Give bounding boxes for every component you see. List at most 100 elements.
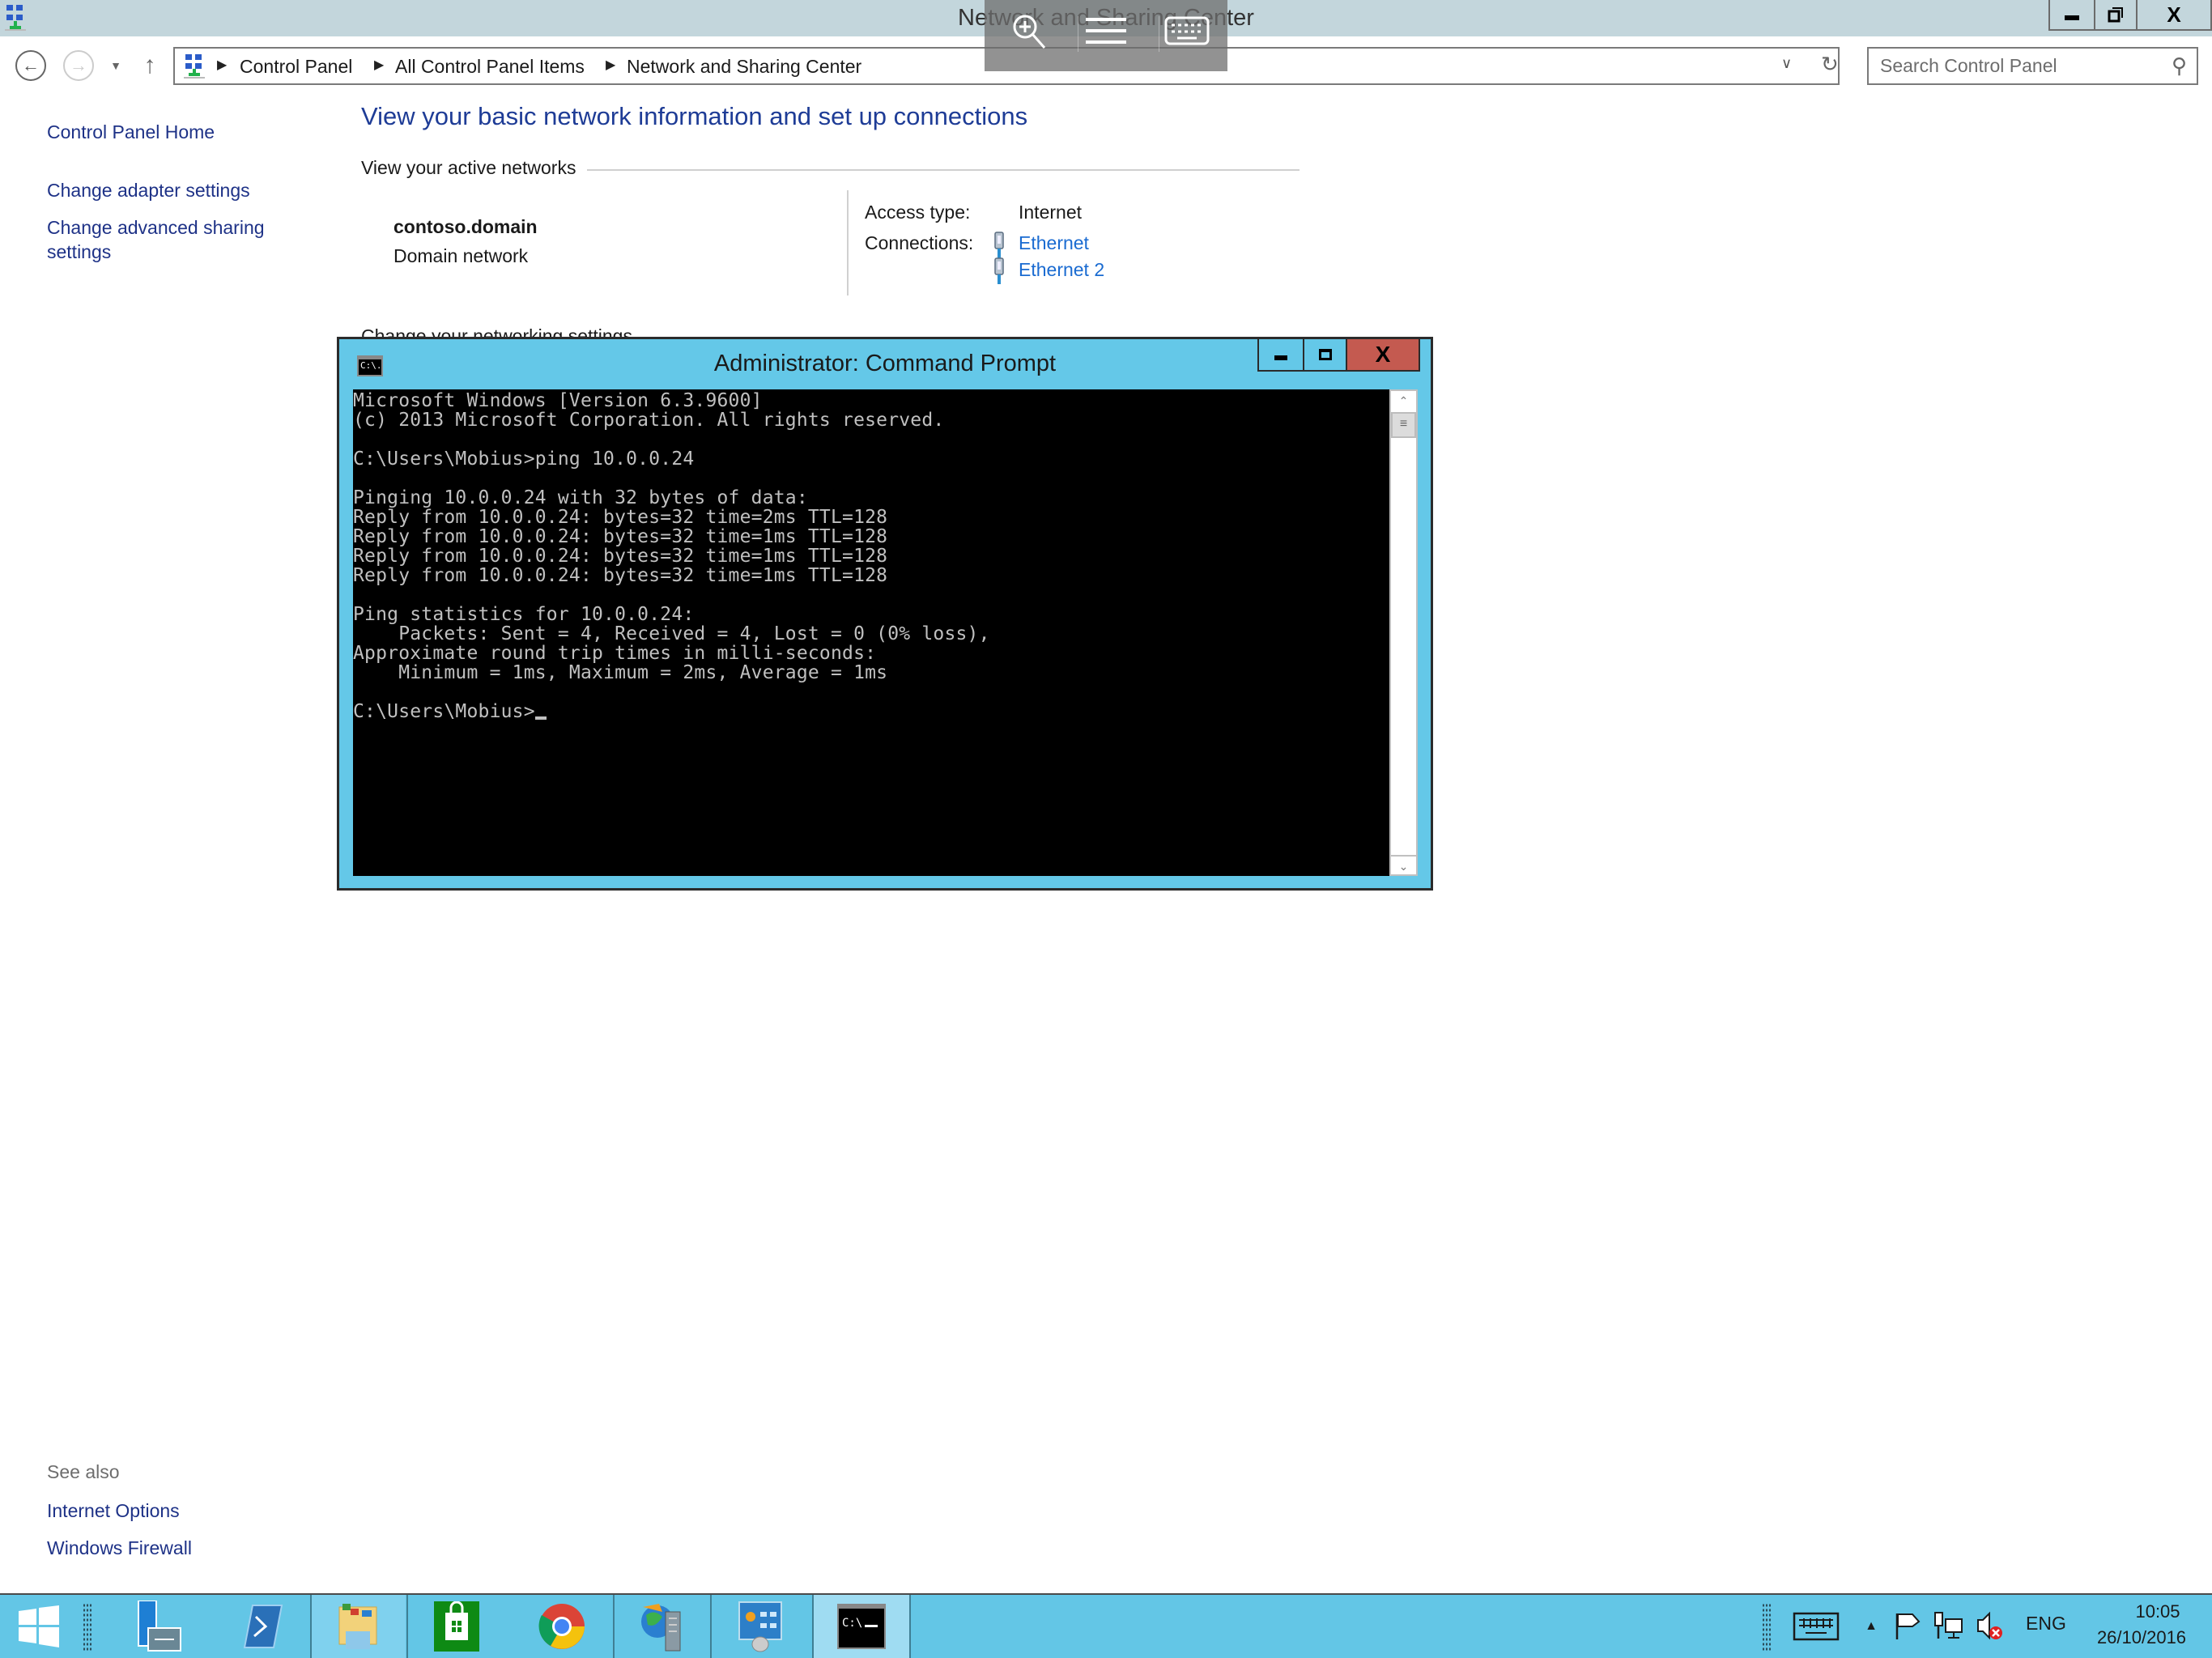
input-language-indicator[interactable]: ENG <box>2026 1613 2066 1635</box>
ethernet-icon <box>994 232 1004 258</box>
network-wired-icon <box>1934 1612 1963 1639</box>
action-center-button[interactable] <box>1891 1595 1924 1658</box>
access-type-label: Access type: <box>865 202 971 223</box>
section-divider <box>587 169 1300 171</box>
taskbar-store[interactable] <box>408 1595 505 1658</box>
up-button[interactable]: ↑ <box>138 50 162 81</box>
connection-link-ethernet[interactable]: Ethernet <box>1019 232 1089 254</box>
taskbar-gripper[interactable] <box>83 1603 92 1652</box>
cmd-maximize-button[interactable] <box>1303 339 1347 372</box>
recent-locations-button[interactable]: ▼ <box>107 50 125 81</box>
chevron-up-icon: ⌃ <box>1398 394 1409 407</box>
close-icon: X <box>2167 2 2181 27</box>
page-title: View your basic network information and … <box>361 102 1028 130</box>
search-input[interactable] <box>1880 55 2155 77</box>
scroll-down-button[interactable]: ⌄ <box>1391 855 1416 874</box>
chevron-down-icon: ⌄ <box>1398 860 1409 873</box>
scroll-up-button[interactable]: ⌃ <box>1391 391 1416 410</box>
network-name: contoso.domain <box>393 216 538 237</box>
taskbar-powershell[interactable] <box>219 1595 308 1658</box>
start-button[interactable] <box>0 1595 78 1658</box>
taskbar-server-manager[interactable] <box>113 1595 202 1658</box>
taskbar-network-app[interactable] <box>615 1595 710 1658</box>
tray-gripper[interactable] <box>1762 1603 1772 1652</box>
see-also-internet-options[interactable]: Internet Options <box>47 1499 180 1523</box>
remote-overlay-toolbar <box>985 0 1227 71</box>
keyboard-icon <box>1164 16 1210 45</box>
vertical-divider <box>847 190 849 295</box>
arrow-right-icon: → <box>70 55 87 75</box>
refresh-button[interactable]: ↻ <box>1821 52 1839 77</box>
sidebar-item-change-adapter-settings[interactable]: Change adapter settings <box>47 178 250 202</box>
active-networks-label: View your active networks <box>361 157 576 178</box>
sidebar-item-control-panel-home[interactable]: Control Panel Home <box>47 120 215 144</box>
minimize-icon <box>1274 355 1287 360</box>
vertical-scrollbar[interactable]: ⌃ ≡ ⌄ <box>1389 389 1418 876</box>
refresh-icon: ↻ <box>1821 52 1839 76</box>
arrow-up-icon: ↑ <box>143 52 156 79</box>
see-also-heading: See also <box>47 1461 120 1482</box>
taskbar-file-explorer[interactable] <box>312 1595 406 1658</box>
restore-button[interactable] <box>2094 0 2138 31</box>
cmd-minimize-button[interactable] <box>1257 339 1304 372</box>
menu-icon <box>1086 18 1126 44</box>
windows-logo-icon <box>19 1605 59 1647</box>
breadcrumb-separator-icon[interactable]: ▶ <box>606 57 615 73</box>
minimize-icon <box>2065 15 2079 20</box>
connection-link-ethernet-2[interactable]: Ethernet 2 <box>1019 259 1104 281</box>
taskbar-command-prompt[interactable]: C:\ <box>814 1595 909 1658</box>
breadcrumb-control-panel[interactable]: Control Panel <box>240 56 352 78</box>
chevron-down-icon: ▼ <box>110 59 121 72</box>
network-type-link[interactable]: Domain network <box>393 245 528 267</box>
maximize-icon <box>1318 349 1332 360</box>
sidebar-item-change-advanced-sharing[interactable]: Change advanced sharing settings <box>47 215 306 264</box>
clock-time[interactable]: 10:05 <box>2113 1601 2202 1622</box>
menu-button[interactable] <box>1070 6 1142 55</box>
speaker-muted-icon <box>1977 1611 2002 1640</box>
close-button[interactable]: X <box>2136 0 2212 31</box>
zoom-in-icon <box>1013 15 1046 49</box>
forward-button[interactable]: → <box>63 50 94 81</box>
breadcrumb-all-items[interactable]: All Control Panel Items <box>395 56 585 78</box>
address-history-dropdown[interactable]: ∨ <box>1781 55 1792 72</box>
flag-icon <box>1895 1613 1921 1639</box>
back-button[interactable]: ← <box>15 50 46 81</box>
network-globe-icon <box>641 1604 681 1652</box>
scrollbar-thumb[interactable]: ≡ <box>1391 412 1416 438</box>
command-prompt-window[interactable]: C:\. Administrator: Command Prompt X Mic… <box>337 337 1433 891</box>
cmd-close-button[interactable]: X <box>1346 339 1420 372</box>
text-cursor <box>534 716 547 720</box>
breadcrumb-network-sharing[interactable]: Network and Sharing Center <box>627 56 861 78</box>
show-hidden-icons-button[interactable]: ▲ <box>1859 1595 1883 1658</box>
zoom-in-button[interactable] <box>993 6 1066 55</box>
control-panel-icon <box>738 1601 782 1652</box>
network-tray-button[interactable] <box>1930 1595 1966 1658</box>
taskbar-control-panel[interactable] <box>712 1595 812 1658</box>
powershell-icon <box>243 1605 283 1648</box>
connections-label: Connections: <box>865 232 974 253</box>
store-icon <box>434 1601 479 1652</box>
console-text: Microsoft Windows [Version 6.3.9600] (c)… <box>353 390 990 722</box>
grip-icon: ≡ <box>1399 417 1408 431</box>
chevron-up-icon: ▲ <box>1865 1619 1878 1633</box>
server-manager-icon <box>138 1601 181 1652</box>
search-icon[interactable]: ⚲ <box>2172 53 2187 79</box>
close-icon: X <box>1375 342 1391 367</box>
cmd-icon: C:\ <box>837 1604 886 1649</box>
clock-date[interactable]: 26/10/2016 <box>2081 1627 2202 1648</box>
minimize-button[interactable] <box>2048 0 2095 31</box>
breadcrumb-separator-icon[interactable]: ▶ <box>217 57 227 73</box>
svg-text:C:\: C:\ <box>842 1617 862 1630</box>
volume-tray-button[interactable] <box>1972 1595 2008 1658</box>
touch-keyboard-button[interactable] <box>1788 1595 1844 1658</box>
keyboard-icon <box>1793 1612 1840 1641</box>
ethernet-icon <box>994 257 1004 284</box>
file-explorer-icon <box>338 1604 377 1649</box>
search-box[interactable]: ⚲ <box>1867 47 2198 85</box>
breadcrumb-separator-icon[interactable]: ▶ <box>374 57 384 73</box>
taskbar-chrome[interactable] <box>513 1595 610 1658</box>
chrome-icon <box>538 1604 585 1649</box>
see-also-windows-firewall[interactable]: Windows Firewall <box>47 1536 192 1560</box>
keyboard-button[interactable] <box>1151 6 1223 55</box>
console-output[interactable]: Microsoft Windows [Version 6.3.9600] (c)… <box>353 389 1389 876</box>
